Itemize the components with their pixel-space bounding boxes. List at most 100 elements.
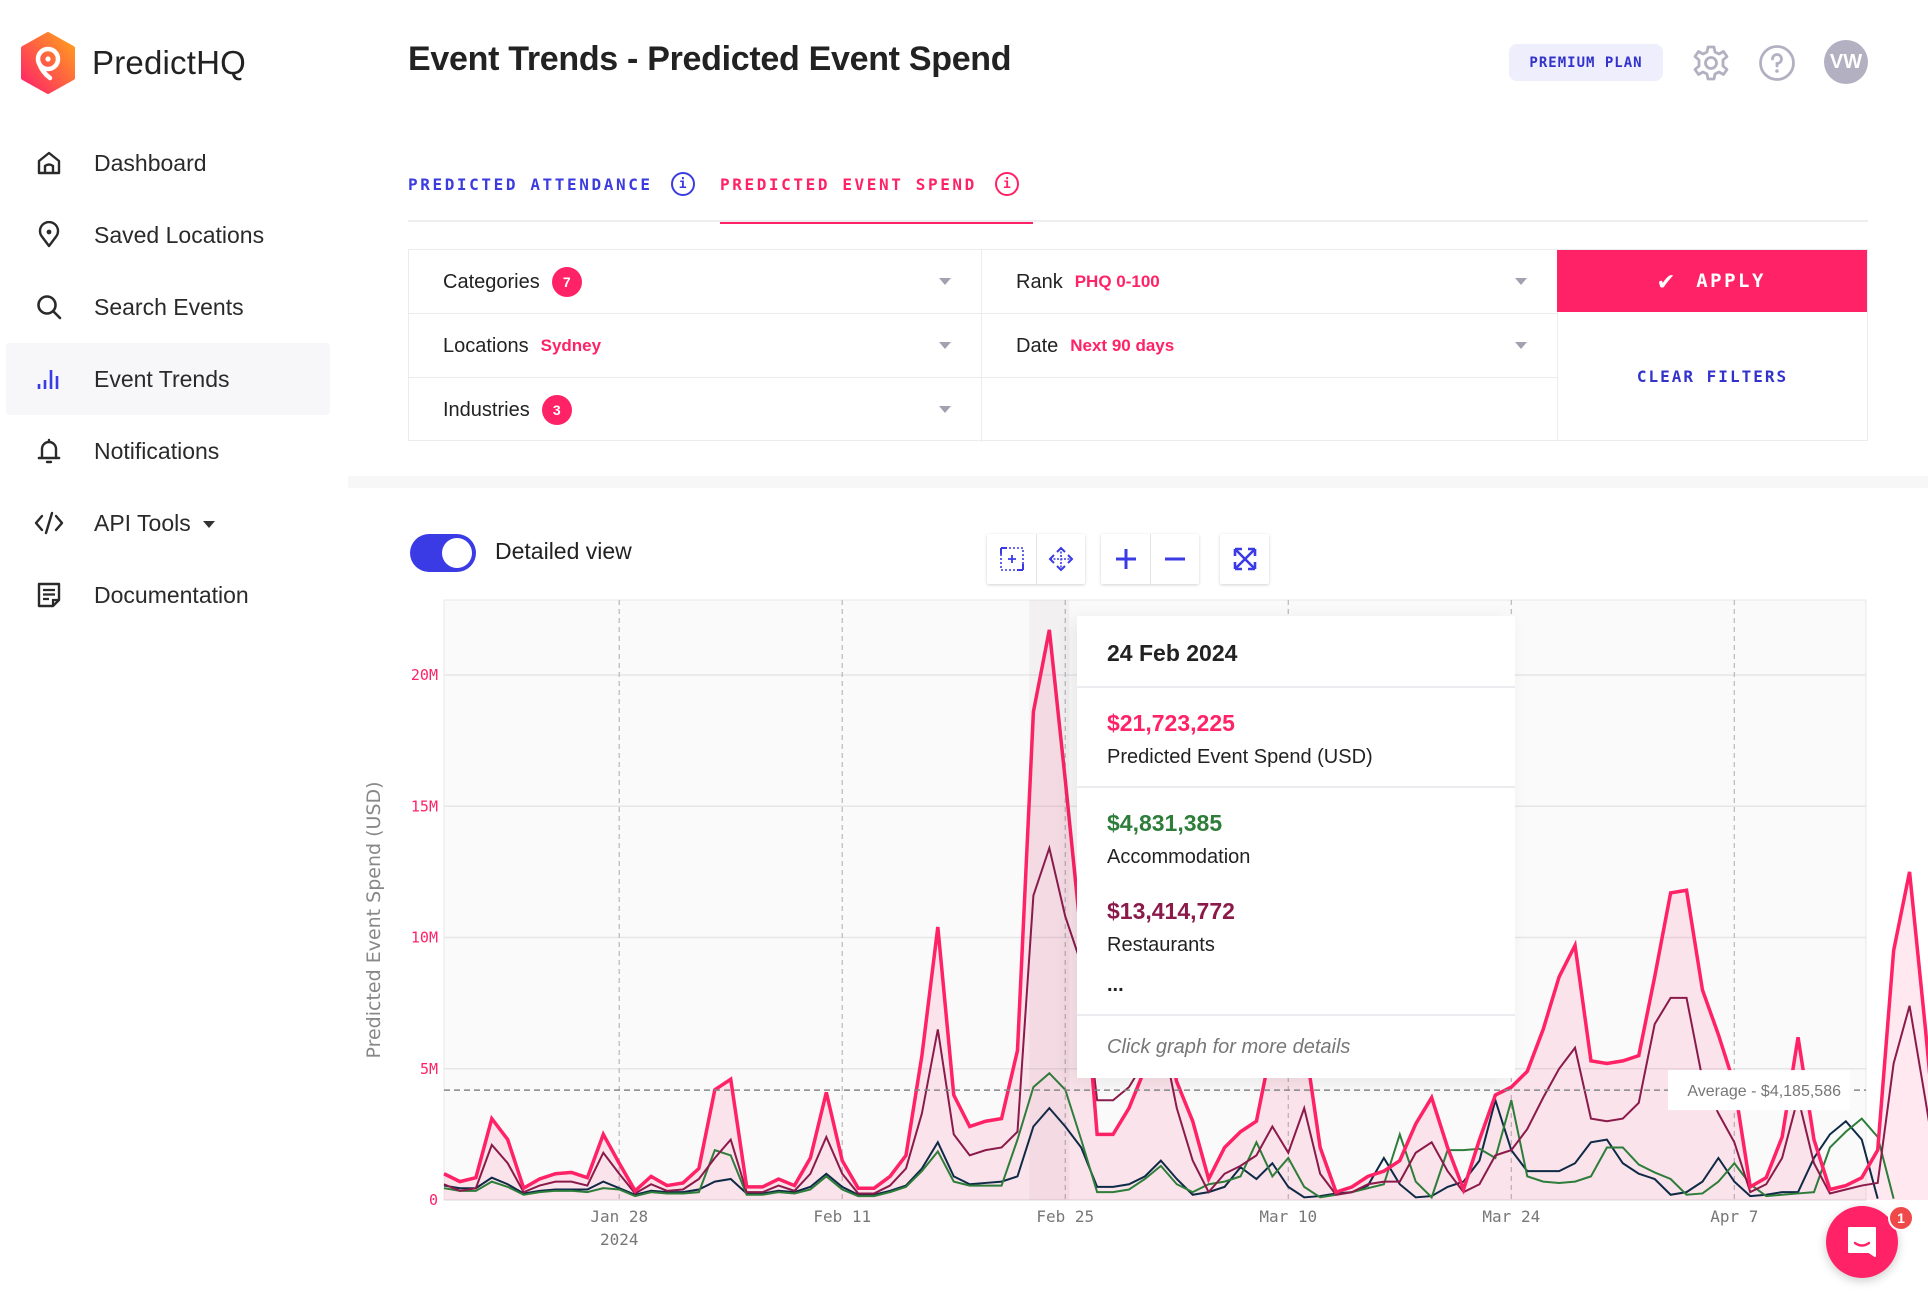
header: Event Trends - Predicted Event Spend PRE… [348,0,1928,126]
filter-label: Industries [443,398,530,421]
tooltip-restaurants-label: Restaurants [1107,934,1215,956]
sidebar-item-notifications[interactable]: Notifications [6,415,330,487]
y-axis-title: Predicted Event Spend (USD) [363,781,385,1058]
sidebar-item-saved-locations[interactable]: Saved Locations [6,199,330,271]
y-tick-label: 10M [411,929,438,947]
map-pin-icon [34,220,64,250]
tooltip-accommodation-value: $4,831,385 [1107,810,1223,836]
filter-box: Categories 7 Rank PHQ 0-100 Locations Sy… [408,249,1868,442]
code-icon [34,508,64,538]
sidebar-item-label: Dashboard [94,149,207,176]
y-tick-label: 5M [420,1060,438,1078]
settings-gear-icon[interactable] [1692,44,1730,82]
empty-filter-cell [981,378,1557,442]
sidebar: PredictHQ Dashboard Saved Locations Sear… [0,0,348,1298]
sidebar-item-dashboard[interactable]: Dashboard [6,127,330,199]
caret-down-icon [1515,278,1527,285]
metric-tabs: PREDICTED ATTENDANCE i PREDICTED EVENT S… [408,146,1868,224]
count-badge: 3 [541,395,572,425]
x-tick-label: Mar 24 [1482,1207,1540,1226]
y-tick-label: 20M [411,666,438,684]
sidebar-item-label: Notifications [94,437,220,464]
sidebar-item-event-trends[interactable]: Event Trends [6,343,330,415]
tooltip-divider [1077,786,1515,788]
average-label: Average - $4,185,586 [1687,1083,1841,1100]
date-filter[interactable]: Date Next 90 days [981,314,1557,378]
hover-band [1029,600,1070,1200]
tooltip-divider [1077,686,1515,688]
y-tick-label: 0 [429,1191,438,1209]
filter-label: Locations [443,334,529,357]
industries-filter[interactable]: Industries 3 [409,378,981,442]
filter-value: Sydney [540,336,602,355]
tooltip-divider [1077,1014,1515,1016]
tooltip-footer: Click graph for more details [1107,1036,1351,1058]
main-content: Event Trends - Predicted Event Spend PRE… [348,0,1928,1298]
tab-label: PREDICTED ATTENDANCE [408,174,653,194]
app-logo[interactable]: PredictHQ [20,32,246,94]
sidebar-item-search-events[interactable]: Search Events [6,271,330,343]
filter-label: Date [1016,334,1059,357]
locations-filter[interactable]: Locations Sydney [409,314,981,378]
page-title: Event Trends - Predicted Event Spend [408,40,1012,78]
filter-label: Categories [443,270,540,293]
help-icon[interactable] [1758,44,1796,82]
tab-predicted-event-spend[interactable]: PREDICTED EVENT SPEND i [720,146,1033,224]
tooltip-accommodation-label: Accommodation [1107,846,1251,868]
tooltip-total-value: $21,723,225 [1107,710,1235,736]
filters-panel: PREDICTED ATTENDANCE i PREDICTED EVENT S… [348,126,1928,476]
rank-filter[interactable]: Rank PHQ 0-100 [981,250,1557,314]
tooltip-restaurants-value: $13,414,772 [1107,898,1235,924]
filter-row: Categories 7 Rank PHQ 0-100 [409,250,1557,314]
x-tick-label: Feb 11 [813,1207,871,1226]
bar-chart-icon [34,364,64,394]
clear-filters-button[interactable]: CLEAR FILTERS [1557,312,1867,440]
tab-predicted-attendance[interactable]: PREDICTED ATTENDANCE i [408,146,695,222]
apply-label: APPLY [1696,270,1766,292]
chat-icon [1848,1227,1876,1257]
x-tick-label: Feb 25 [1036,1207,1094,1226]
sidebar-item-label: Saved Locations [94,221,265,248]
document-icon [34,580,64,610]
x-tick-label: Mar 10 [1259,1207,1317,1226]
app-name: PredictHQ [92,44,247,81]
filter-value: Next 90 days [1070,336,1175,355]
home-icon [34,148,64,178]
tooltip-more: ... [1107,974,1124,996]
sidebar-item-label: Documentation [94,581,249,608]
predicthq-logo-icon [21,32,75,94]
filter-row: Locations Sydney Date Next 90 days [409,314,1557,378]
filter-label: Rank [1016,270,1063,293]
tab-label: PREDICTED EVENT SPEND [720,174,977,194]
tooltip-date: 24 Feb 2024 [1107,640,1238,666]
sidebar-nav: Dashboard Saved Locations Search Events … [6,127,330,631]
tooltip-total-label: Predicted Event Spend (USD) [1107,746,1373,768]
sidebar-item-label-text: API Tools [94,509,191,536]
sidebar-item-label: API Tools [94,510,215,537]
chart-panel: Detailed view 0 5M 10M 15M 20M Jan 28 2024 Feb … [348,488,1928,1298]
caret-down-icon [1515,342,1527,349]
x-tick-label: 2024 [600,1230,639,1249]
y-tick-label: 15M [411,797,438,815]
count-badge: 7 [551,267,582,297]
search-icon [34,292,64,322]
apply-button[interactable]: ✔ APPLY [1557,250,1867,312]
filter-value: PHQ 0-100 [1074,272,1160,291]
caret-down-icon [939,406,951,413]
sidebar-item-label: Search Events [94,293,244,320]
x-tick-label: Apr 7 [1710,1207,1758,1226]
caret-down-icon [939,342,951,349]
sidebar-item-api-tools[interactable]: API Tools [6,487,330,559]
user-avatar[interactable]: VW [1824,40,1868,84]
info-icon[interactable]: i [670,172,695,196]
checkmark-icon: ✔ [1658,266,1677,296]
chart-tooltip: 24 Feb 2024 $21,723,225 Predicted Event … [1077,616,1515,1078]
filter-row: Industries 3 [409,378,1557,442]
sidebar-item-label: Event Trends [94,365,230,392]
x-tick-label: Jan 28 [590,1207,648,1226]
categories-filter[interactable]: Categories 7 [409,250,981,314]
sidebar-item-documentation[interactable]: Documentation [6,559,330,631]
info-icon[interactable]: i [994,172,1019,196]
plan-badge[interactable]: PREMIUM PLAN [1509,44,1663,81]
caret-down-icon [202,520,215,528]
